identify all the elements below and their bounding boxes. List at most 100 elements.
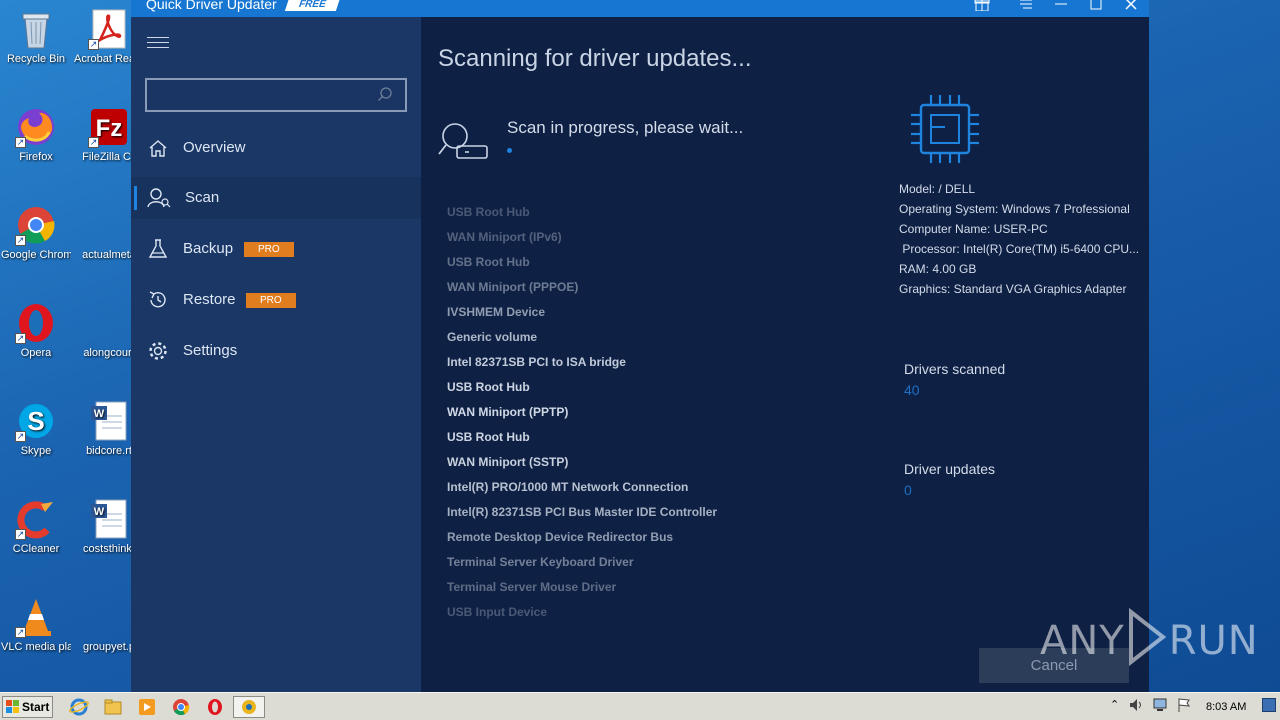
driver-list-item: WAN Miniport (IPv6) bbox=[447, 230, 562, 244]
desktop-icon-ccleaner[interactable]: ↗ CCleaner bbox=[1, 498, 71, 556]
flask-icon bbox=[147, 238, 169, 260]
maximize-icon[interactable] bbox=[1081, 0, 1111, 17]
driver-list-item: WAN Miniport (SSTP) bbox=[447, 455, 569, 469]
blank-file-icon bbox=[88, 302, 130, 344]
sysinfo-graphics: Graphics: Standard VGA Graphics Adapter bbox=[899, 282, 1127, 296]
opera-taskbar-icon[interactable] bbox=[205, 697, 227, 717]
system-info: Model: / DELL Operating System: Windows … bbox=[899, 179, 1139, 299]
skype-icon: S ↗ bbox=[15, 400, 57, 442]
volume-icon[interactable] bbox=[1128, 697, 1144, 718]
search-box[interactable] bbox=[145, 78, 407, 112]
driver-list-item: Intel(R) 82371SB PCI Bus Master IDE Cont… bbox=[447, 505, 718, 519]
close-icon[interactable] bbox=[1116, 0, 1146, 17]
app-window: Quick Driver Updater FREE Overview Scan … bbox=[131, 0, 1149, 692]
driver-list-item: USB Root Hub bbox=[447, 430, 530, 444]
network-icon[interactable] bbox=[1152, 697, 1168, 718]
filezilla-icon: Fz ↗ bbox=[88, 106, 130, 148]
driver-list-item: Remote Desktop Device Redirector Bus bbox=[447, 530, 674, 544]
sysinfo-os: Operating System: Windows 7 Professional bbox=[899, 202, 1130, 216]
action-center-flag-icon[interactable] bbox=[1176, 697, 1192, 718]
driver-list: USB Root Hub WAN Miniport (IPv6) USB Root … bbox=[447, 203, 717, 628]
desktop-icon-firefox[interactable]: ↗ Firefox bbox=[1, 106, 71, 164]
svg-text:W: W bbox=[94, 506, 105, 518]
page-title: Scanning for driver updates... bbox=[438, 45, 752, 72]
main-panel: Scanning for driver updates... Scan in p… bbox=[421, 17, 1149, 692]
media-player-icon[interactable] bbox=[137, 697, 159, 717]
driver-list-item: Generic volume bbox=[447, 330, 538, 344]
menu-icon[interactable] bbox=[1011, 0, 1041, 17]
blank-file-icon bbox=[88, 596, 130, 638]
anyrun-watermark: ANY RUN bbox=[1040, 607, 1259, 667]
driver-list-item: IVSHMEM Device bbox=[447, 305, 546, 319]
magnifier-drive-icon bbox=[437, 121, 491, 168]
sysinfo-computer-name: Computer Name: USER-PC bbox=[899, 222, 1048, 236]
taskbar: Start ⌃ 8:03 AM bbox=[0, 692, 1280, 720]
show-hidden-icons-icon[interactable]: ⌃ bbox=[1110, 698, 1119, 711]
desktop-icon-vlc[interactable]: ↗ VLC media player bbox=[1, 596, 71, 654]
vlc-cone-icon: ↗ bbox=[15, 596, 57, 638]
recycle-bin-icon bbox=[15, 8, 57, 50]
windows-logo-icon bbox=[6, 700, 20, 714]
svg-text:W: W bbox=[94, 408, 105, 420]
driver-updates-value: 0 bbox=[904, 482, 912, 498]
restore-icon bbox=[147, 289, 169, 311]
driver-list-item: Intel 82371SB PCI to ISA bridge bbox=[447, 355, 626, 369]
nav-item-restore[interactable]: Restore PRO bbox=[131, 279, 421, 321]
opera-icon: ↗ bbox=[15, 302, 57, 344]
sysinfo-ram: RAM: 4.00 GB bbox=[899, 262, 977, 276]
nav-item-scan[interactable]: Scan bbox=[131, 177, 421, 219]
system-tray: ⌃ bbox=[1104, 695, 1280, 719]
show-desktop-icon[interactable] bbox=[1262, 698, 1276, 712]
desktop-icon-opera[interactable]: ↗ Opera bbox=[1, 302, 71, 360]
pro-badge: PRO bbox=[246, 293, 296, 308]
nav-item-overview[interactable]: Overview bbox=[131, 127, 421, 169]
blank-file-icon bbox=[88, 204, 130, 246]
acrobat-icon: ↗ bbox=[88, 8, 130, 50]
driver-list-item: USB Root Hub bbox=[447, 380, 530, 394]
drivers-scanned-label: Drivers scanned bbox=[904, 361, 1006, 377]
chrome-icon: ↗ bbox=[15, 204, 57, 246]
desktop-icon-chrome[interactable]: ↗ Google Chrome bbox=[1, 204, 71, 262]
pro-badge: PRO bbox=[244, 242, 294, 257]
scan-user-icon bbox=[147, 187, 171, 209]
hamburger-menu-icon[interactable] bbox=[147, 37, 169, 51]
drivers-scanned-value: 40 bbox=[904, 382, 920, 398]
sidebar: Overview Scan Backup PRO Restore PRO Set… bbox=[131, 17, 421, 692]
title-bar[interactable]: Quick Driver Updater FREE bbox=[131, 0, 1149, 17]
firefox-icon: ↗ bbox=[15, 106, 57, 148]
gift-icon[interactable] bbox=[967, 0, 997, 17]
driver-list-item: USB Root Hub bbox=[447, 205, 530, 219]
nav-item-settings[interactable]: Settings bbox=[131, 330, 421, 372]
scan-status-text: Scan in progress, please wait... bbox=[507, 118, 744, 137]
desktop-icon-recycle-bin[interactable]: Recycle Bin bbox=[1, 8, 71, 66]
word-document-icon: W bbox=[88, 498, 130, 540]
play-logo-icon bbox=[1127, 607, 1167, 667]
svg-text:Fz: Fz bbox=[96, 115, 123, 142]
file-explorer-icon[interactable] bbox=[103, 697, 125, 717]
driver-list-item: Terminal Server Mouse Driver bbox=[447, 580, 617, 594]
cpu-chip-icon bbox=[907, 91, 983, 172]
progress-indicator bbox=[507, 148, 512, 153]
nav-item-backup[interactable]: Backup PRO bbox=[131, 228, 421, 270]
free-badge: FREE bbox=[284, 0, 340, 11]
home-icon bbox=[147, 137, 169, 159]
ccleaner-icon: ↗ bbox=[15, 498, 57, 540]
word-document-icon: W bbox=[88, 400, 130, 442]
chrome-taskbar-icon[interactable] bbox=[171, 697, 193, 717]
start-button[interactable]: Start bbox=[2, 696, 53, 718]
driver-list-item: Intel(R) PRO/1000 MT Network Connection bbox=[447, 480, 689, 494]
search-input[interactable] bbox=[153, 86, 373, 106]
minimize-icon[interactable] bbox=[1046, 0, 1076, 17]
search-icon[interactable] bbox=[377, 86, 393, 107]
internet-explorer-icon[interactable] bbox=[69, 697, 91, 717]
quick-driver-updater-taskbar-button[interactable] bbox=[233, 696, 265, 718]
app-title: Quick Driver Updater bbox=[146, 0, 277, 12]
driver-updates-label: Driver updates bbox=[904, 461, 996, 477]
svg-text:S: S bbox=[27, 406, 44, 436]
driver-list-item: Terminal Server Keyboard Driver bbox=[447, 555, 634, 569]
clock: 8:03 AM bbox=[1206, 701, 1247, 713]
gear-icon bbox=[147, 340, 169, 362]
driver-list-item: WAN Miniport (PPPOE) bbox=[447, 280, 579, 294]
desktop-icon-skype[interactable]: S ↗ Skype bbox=[1, 400, 71, 458]
driver-list-item: WAN Miniport (PPTP) bbox=[447, 405, 569, 419]
